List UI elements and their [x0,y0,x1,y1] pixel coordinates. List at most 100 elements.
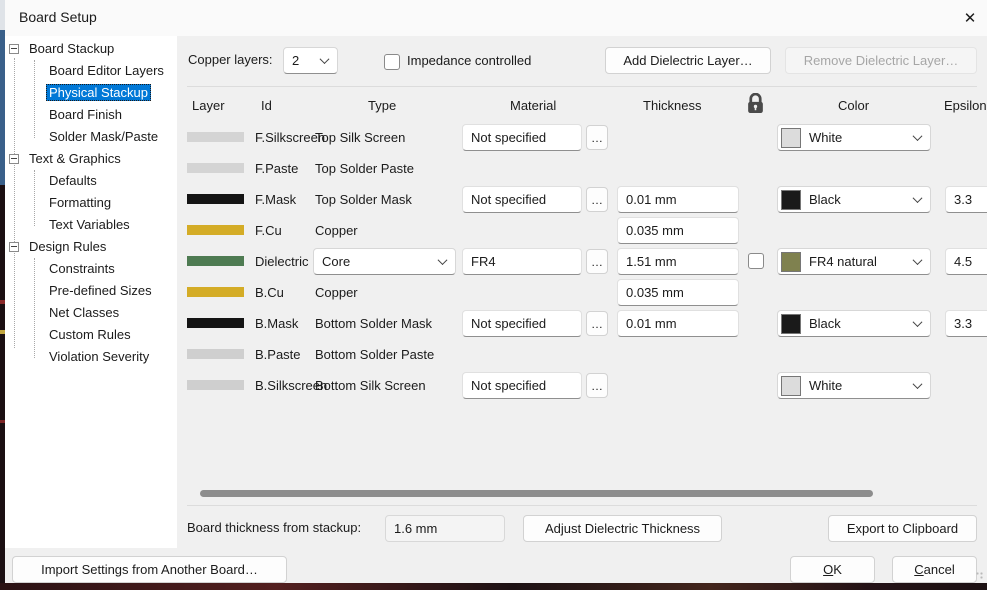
layer-type: Bottom Silk Screen [315,370,426,401]
sidebar-item-label: Text Variables [46,216,133,233]
collapse-icon[interactable] [9,154,19,164]
material-value: Not specified [471,378,546,393]
thickness-field[interactable]: 1.51 mm [617,248,739,275]
material-browse-button[interactable]: … [586,125,608,150]
sidebar-item-formatting[interactable]: Formatting [46,192,114,214]
cancel-button[interactable]: Cancel [892,556,977,583]
divider [187,505,977,506]
layer-id: B.Paste [255,339,301,370]
thickness-field[interactable]: 0.035 mm [617,217,739,244]
close-icon[interactable]: ✕ [957,6,983,30]
layer-type: Top Solder Paste [315,153,414,184]
sidebar-item-solder-mask-paste[interactable]: Solder Mask/Paste [46,126,161,148]
impedance-controlled-checkbox[interactable] [384,54,400,70]
sidebar-item-text-variables[interactable]: Text Variables [46,214,133,236]
import-settings-button[interactable]: Import Settings from Another Board… [12,556,287,583]
sidebar-item-label: Violation Severity [46,348,152,365]
remove-dielectric-layer-button: Remove Dielectric Layer… [785,47,977,74]
epsilon-field[interactable]: 4.5 [945,248,987,275]
sidebar-item-design-rules[interactable]: Design Rules [26,236,109,258]
color-value: FR4 natural [809,254,877,269]
sidebar-item-board-finish[interactable]: Board Finish [46,104,125,126]
thickness-value: 0.01 mm [626,192,677,207]
epsilon-field[interactable]: 3.3 [945,186,987,213]
horizontal-scrollbar[interactable] [200,490,873,497]
epsilon-value: 3.3 [954,192,972,207]
layer-color-swatch [187,163,244,173]
material-browse-button[interactable]: … [586,187,608,212]
sidebar-item-label: Pre-defined Sizes [46,282,155,299]
sidebar-item-label: Board Finish [46,106,125,123]
collapse-icon[interactable] [9,242,19,252]
thickness-lock-checkbox[interactable] [748,253,764,269]
settings-tree: Board StackupBoard Editor Layers Physical… [5,36,177,548]
chevron-down-icon [913,255,923,265]
col-header-type: Type [368,98,396,114]
material-field[interactable]: Not specified [462,124,582,151]
material-value: FR4 [471,254,496,269]
col-header-material: Material [510,98,556,114]
color-select[interactable]: White [777,124,931,151]
layer-type-value: Core [322,254,350,269]
col-header-id: Id [261,98,272,114]
sidebar-item-board-stackup[interactable]: Board Stackup [26,38,117,60]
sidebar-item-board-editor-layers[interactable]: Board Editor Layers [46,60,167,82]
sidebar-item-defaults[interactable]: Defaults [46,170,100,192]
chevron-down-icon [913,317,923,327]
epsilon-field[interactable]: 3.3 [945,310,987,337]
sidebar-item-net-classes[interactable]: Net Classes [46,302,122,324]
color-select[interactable]: FR4 natural [777,248,931,275]
material-value: Not specified [471,316,546,331]
sidebar-item-label: Text & Graphics [26,150,124,167]
sidebar-item-label: Net Classes [46,304,122,321]
collapse-icon[interactable] [9,44,19,54]
material-browse-button[interactable]: … [586,249,608,274]
sidebar-item-pre-defined-sizes[interactable]: Pre-defined Sizes [46,280,155,302]
layer-id: B.Mask [255,308,298,339]
material-field[interactable]: Not specified [462,186,582,213]
adjust-dielectric-thickness-button[interactable]: Adjust Dielectric Thickness [523,515,722,542]
color-value: White [809,130,842,145]
resize-grip[interactable] [976,572,984,580]
color-select[interactable]: White [777,372,931,399]
col-header-epsilon: Epsilon [944,98,987,114]
material-browse-button[interactable]: … [586,373,608,398]
sidebar-item-constraints[interactable]: Constraints [46,258,118,280]
thickness-value: 0.035 mm [626,223,684,238]
layer-color-swatch [187,349,244,359]
layer-id: B.Cu [255,277,284,308]
export-to-clipboard-button[interactable]: Export to Clipboard [828,515,977,542]
thickness-value: 0.01 mm [626,316,677,331]
layer-type: Top Solder Mask [315,184,412,215]
layer-id: Dielectric 1 [255,246,319,277]
layer-type-select[interactable]: Core [313,248,456,275]
color-select[interactable]: Black [777,186,931,213]
sidebar-item-violation-severity[interactable]: Violation Severity [46,346,152,368]
layer-color-swatch [187,132,244,142]
material-field[interactable]: Not specified [462,372,582,399]
layer-type: Bottom Solder Mask [315,308,432,339]
sidebar-item-custom-rules[interactable]: Custom Rules [46,324,134,346]
material-browse-button[interactable]: … [586,311,608,336]
tree-connector [34,258,35,358]
layer-id: F.Paste [255,153,298,184]
material-field[interactable]: Not specified [462,310,582,337]
sidebar-item-physical-stackup[interactable]: Physical Stackup [46,82,151,104]
color-select[interactable]: Black [777,310,931,337]
copper-layers-select[interactable]: 2 [283,47,338,74]
board-setup-dialog: Board Setup ✕ Board StackupBoard Editor … [0,0,987,590]
sidebar-item-text-graphics[interactable]: Text & Graphics [26,148,124,170]
sidebar-item-label: Physical Stackup [46,84,151,101]
thickness-field[interactable]: 0.035 mm [617,279,739,306]
thickness-field[interactable]: 0.01 mm [617,186,739,213]
sidebar-item-label: Defaults [46,172,100,189]
chevron-down-icon [913,131,923,141]
material-field[interactable]: FR4 [462,248,582,275]
thickness-value: 0.035 mm [626,285,684,300]
ok-button[interactable]: OK [790,556,875,583]
tree-connector [34,170,35,226]
thickness-field[interactable]: 0.01 mm [617,310,739,337]
layer-type: Copper [315,215,358,246]
add-dielectric-layer-button[interactable]: Add Dielectric Layer… [605,47,771,74]
color-value: White [809,378,842,393]
